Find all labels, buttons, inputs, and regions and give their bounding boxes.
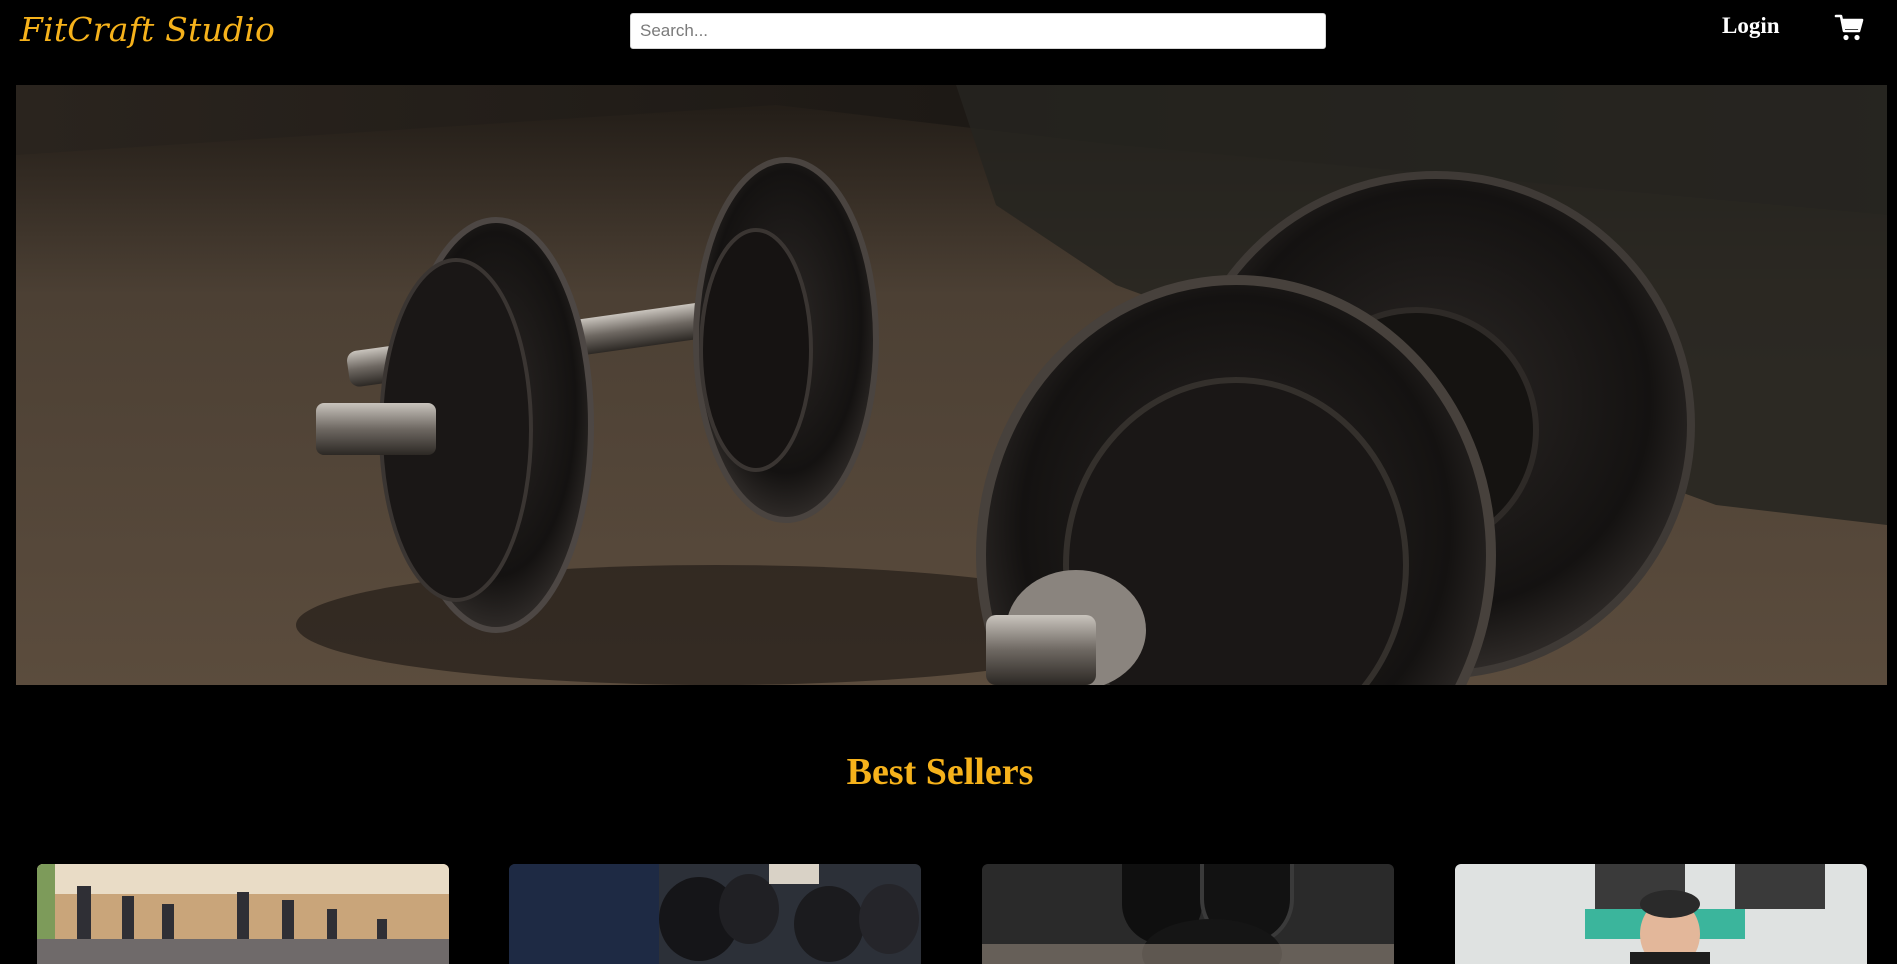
- treadmills-image: [37, 864, 449, 964]
- hero-dumbbells-image: [16, 85, 1887, 685]
- product-card-treadmills[interactable]: [37, 864, 449, 964]
- shopping-cart-icon[interactable]: [1834, 13, 1864, 43]
- dumbbell-rack-image: [509, 864, 921, 964]
- product-card-kettlebell[interactable]: [982, 864, 1394, 964]
- brand-logo[interactable]: FitCraft Studio: [20, 10, 275, 49]
- best-sellers-heading: Best Sellers: [846, 751, 1034, 793]
- product-card-trainer[interactable]: [1455, 864, 1867, 964]
- trainer-image: [1455, 864, 1867, 964]
- top-navbar: FitCraft Studio Login: [0, 0, 1897, 66]
- kettlebell-image: [982, 864, 1394, 964]
- login-link[interactable]: Login: [1722, 13, 1780, 39]
- hero-banner: [16, 85, 1887, 685]
- search-input[interactable]: [630, 13, 1326, 49]
- product-card-dumbbell-rack[interactable]: [509, 864, 921, 964]
